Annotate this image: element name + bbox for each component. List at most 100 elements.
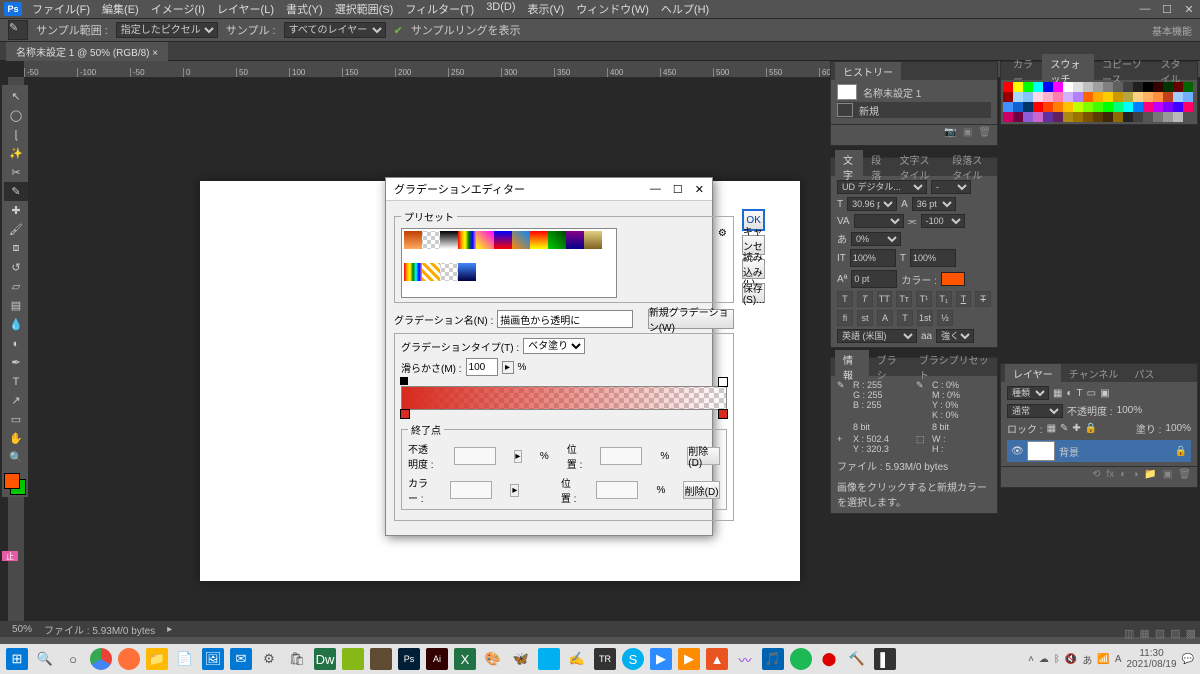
status-arrow-icon[interactable]: ▸ bbox=[167, 624, 172, 635]
eraser-tool[interactable]: ▱ bbox=[4, 277, 28, 296]
swatch[interactable] bbox=[1113, 82, 1123, 92]
hammer-icon[interactable]: 🔨 bbox=[846, 648, 868, 670]
color-stop-left[interactable] bbox=[400, 409, 410, 419]
swatch[interactable] bbox=[1073, 92, 1083, 102]
swatch[interactable] bbox=[1143, 92, 1153, 102]
history-snapshot-row[interactable]: 名称未設定 1 bbox=[837, 84, 991, 100]
ot-fractions-button[interactable]: ½ bbox=[937, 310, 953, 326]
sublime-icon[interactable] bbox=[370, 648, 392, 670]
gradient-bar[interactable] bbox=[401, 386, 727, 410]
cloud-icon[interactable]: ☁ bbox=[1039, 654, 1049, 665]
swatch[interactable] bbox=[1133, 92, 1143, 102]
swatch[interactable] bbox=[1043, 112, 1053, 122]
swatch[interactable] bbox=[1053, 102, 1063, 112]
swatch[interactable] bbox=[1153, 102, 1163, 112]
notification-icon[interactable]: 💬 bbox=[1182, 654, 1194, 665]
swatch[interactable] bbox=[1033, 102, 1043, 112]
link-icon[interactable]: ⟲ bbox=[1092, 469, 1100, 485]
swatch[interactable] bbox=[1063, 82, 1073, 92]
swatch[interactable] bbox=[1083, 82, 1093, 92]
layer-filter-select[interactable]: 種類 bbox=[1007, 386, 1049, 400]
swatch[interactable] bbox=[1163, 102, 1173, 112]
swatch[interactable] bbox=[1093, 82, 1103, 92]
tab-paths[interactable]: パス bbox=[1126, 364, 1162, 383]
dialog-minimize[interactable]: — bbox=[650, 183, 661, 196]
blur-tool[interactable]: 💧 bbox=[4, 315, 28, 334]
search-icon[interactable]: 🔍 bbox=[34, 648, 56, 670]
tab-paragraph[interactable]: 段落 bbox=[863, 150, 891, 184]
outlook-icon[interactable]: ✉ bbox=[230, 648, 252, 670]
dialog-titlebar[interactable]: グラデーションエディター — ☐ ✕ bbox=[386, 178, 712, 201]
dodge-tool[interactable]: ◐ bbox=[4, 334, 28, 353]
strike-button[interactable]: T bbox=[975, 291, 991, 307]
swatch[interactable] bbox=[1173, 112, 1183, 122]
window-minimize[interactable]: — bbox=[1134, 0, 1156, 18]
butterfly-icon[interactable]: 🦋 bbox=[510, 648, 532, 670]
baseline-input[interactable] bbox=[851, 270, 897, 288]
vlc-icon[interactable]: ▲ bbox=[706, 648, 728, 670]
swatch[interactable] bbox=[1063, 92, 1073, 102]
kerning-select[interactable] bbox=[854, 214, 904, 228]
visibility-icon[interactable]: 👁 bbox=[1011, 446, 1023, 457]
store-icon[interactable]: 🛍 bbox=[286, 648, 308, 670]
tab-character[interactable]: 文字 bbox=[835, 150, 863, 184]
swatch[interactable] bbox=[1023, 112, 1033, 122]
swatch[interactable] bbox=[1103, 112, 1113, 122]
swatch[interactable] bbox=[1103, 82, 1113, 92]
lasso-tool[interactable]: ɭ bbox=[4, 125, 28, 144]
swatch[interactable] bbox=[1133, 112, 1143, 122]
swatch[interactable] bbox=[1123, 92, 1133, 102]
swatch[interactable] bbox=[1003, 82, 1013, 92]
gradient-tool[interactable]: ▤ bbox=[4, 296, 28, 315]
swatch[interactable] bbox=[1113, 92, 1123, 102]
swatch[interactable] bbox=[1053, 92, 1063, 102]
filter-shape-icon[interactable]: ▭ bbox=[1087, 388, 1096, 399]
gradient-type-select[interactable]: ベタ塗り bbox=[523, 338, 585, 354]
lock-lock-icon[interactable]: 🔒 bbox=[1085, 423, 1097, 434]
swatches-grid[interactable] bbox=[1001, 80, 1197, 124]
swatch[interactable] bbox=[1153, 112, 1163, 122]
swatch[interactable] bbox=[1123, 102, 1133, 112]
swatch[interactable] bbox=[1103, 92, 1113, 102]
sample-size-select[interactable]: 指定したピクセル bbox=[116, 22, 218, 38]
hscale-input[interactable] bbox=[910, 249, 956, 267]
vscale-input[interactable] bbox=[850, 249, 896, 267]
menu-help[interactable]: ヘルプ(H) bbox=[655, 0, 715, 19]
swatch[interactable] bbox=[1033, 92, 1043, 102]
camera-icon[interactable]: 📷 bbox=[944, 127, 956, 143]
tab-char-style[interactable]: 文字スタイル bbox=[892, 150, 945, 184]
settings-icon[interactable]: ⚙ bbox=[258, 648, 280, 670]
swatch[interactable] bbox=[1043, 102, 1053, 112]
firefox-icon[interactable] bbox=[118, 648, 140, 670]
paint-icon[interactable]: 🎨 bbox=[482, 648, 504, 670]
swatch[interactable] bbox=[1113, 102, 1123, 112]
ot-titling-button[interactable]: T bbox=[897, 310, 913, 326]
swatch[interactable] bbox=[1023, 102, 1033, 112]
pen-tool[interactable]: ✒ bbox=[4, 353, 28, 372]
start-button[interactable]: ⊞ bbox=[6, 648, 28, 670]
clock[interactable]: 11:302021/08/19 bbox=[1126, 648, 1176, 670]
aa-select[interactable]: 強く bbox=[936, 329, 974, 343]
obs-icon[interactable]: TR bbox=[594, 648, 616, 670]
measure-icon[interactable]: ▧ bbox=[1155, 627, 1165, 640]
color-picker[interactable] bbox=[4, 473, 26, 495]
save-button[interactable]: 保存(S)... bbox=[742, 283, 766, 303]
brush-icon[interactable]: ✍ bbox=[566, 648, 588, 670]
gradient-name-input[interactable] bbox=[497, 310, 633, 328]
ai-icon[interactable]: Ai bbox=[426, 648, 448, 670]
menu-filter[interactable]: フィルター(T) bbox=[399, 0, 480, 19]
music-icon[interactable]: 🎵 bbox=[762, 648, 784, 670]
swatch[interactable] bbox=[1053, 82, 1063, 92]
swatch[interactable] bbox=[1013, 92, 1023, 102]
swatch[interactable] bbox=[1093, 92, 1103, 102]
opacity-stop-left[interactable] bbox=[400, 377, 408, 385]
crop-tool[interactable]: ✂ bbox=[4, 163, 28, 182]
filter-type-icon[interactable]: T bbox=[1077, 388, 1083, 399]
skype-icon[interactable]: S bbox=[622, 648, 644, 670]
preset-gear-icon[interactable]: ⚙ bbox=[718, 228, 727, 239]
trash-icon[interactable]: 🗑 bbox=[978, 127, 991, 143]
load-button[interactable]: 読み込み(L)... bbox=[742, 259, 766, 279]
wifi-icon[interactable]: 📶 bbox=[1097, 654, 1109, 665]
cortana-icon[interactable]: ○ bbox=[62, 648, 84, 670]
color-stop-right[interactable] bbox=[718, 409, 728, 419]
